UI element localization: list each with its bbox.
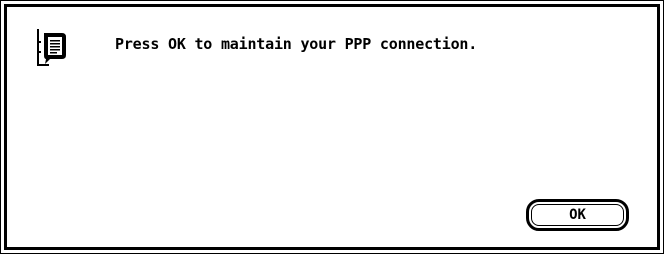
ok-button-label: OK <box>531 204 624 226</box>
document-speech-icon <box>36 27 68 67</box>
alert-dialog: Press OK to maintain your PPP connection… <box>0 0 664 254</box>
ok-button[interactable]: OK <box>526 199 629 231</box>
alert-message: Press OK to maintain your PPP connection… <box>115 35 478 53</box>
